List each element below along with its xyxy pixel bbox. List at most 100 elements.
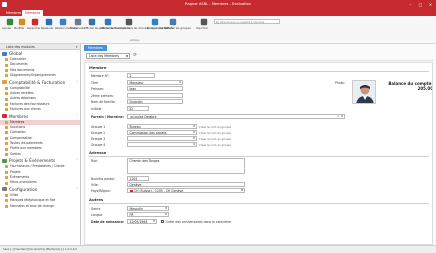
window-title: Ragnar ASBL - Membres - Evaluation (185, 2, 251, 6)
group-2-hint: Créer le nom du groupe (199, 131, 231, 135)
undo-icon (45, 18, 53, 26)
sidebar-item-label: Cotisation (10, 130, 26, 135)
plus-icon (6, 18, 14, 26)
firstname2-field[interactable] (127, 93, 183, 98)
group-2-select[interactable]: Commission des projets ▼ (127, 130, 197, 135)
sidebar-section-3[interactable]: Projets & Événements ⌃ (0, 157, 80, 164)
sidebar-item-label: Autres dépenses (10, 96, 36, 101)
sidebar-item[interactable]: Monnaies et taux de change (0, 204, 80, 209)
group-4-select[interactable]: ▼ (127, 142, 197, 147)
anniversary-label: Créer des anniversaires dans le calendri… (166, 220, 232, 224)
group-2-label: Groupe 2 (91, 131, 106, 135)
envoyer-des-e-mails-button[interactable]: Envoyer des E-mails (147, 17, 173, 39)
city-field[interactable]: Genève (127, 182, 245, 187)
tab-membres-document[interactable]: Membres (84, 45, 107, 51)
sidebar-item-label: Fournisseurs / Prestataires / Clients (10, 164, 65, 169)
sidebar-section-label: Projets & Événements (9, 158, 56, 164)
supprimer-button[interactable]: Supprimer (27, 17, 42, 39)
sidebar-item-label: Micro-inventaires (10, 180, 37, 185)
balance-value: 205.00 (417, 86, 433, 91)
chevron-up-icon: ⌃ (76, 186, 79, 191)
group-3-select[interactable]: ▼ (127, 136, 197, 141)
ledger-icon (2, 80, 7, 85)
module-icon (5, 181, 8, 185)
sort-icon (104, 18, 112, 26)
imprimer-button[interactable]: Imprimer (196, 17, 211, 39)
sponsor-label: Parrain / Marraine: (91, 115, 124, 119)
membres-dans-les-donnees-des-membres-button[interactable]: Membres dans les données des membres (114, 17, 168, 39)
chevron-down-icon: ▼ (193, 125, 195, 128)
firstname2-label: 2ème prénom: (91, 94, 114, 98)
print-register-select[interactable]: Sélectionner un registre à imprimer (214, 19, 280, 24)
module-sidebar: Liste des modules ✦ Global ⌃ Calendrier Doc… (0, 44, 81, 245)
afficher-les-inscriptions-button[interactable]: Afficher les inscriptions (100, 17, 130, 39)
module-icon (5, 165, 8, 169)
balance-box: Balance du compte: 205.00 (383, 81, 433, 91)
module-icon (5, 120, 8, 124)
chevron-down-icon: ▼ (341, 115, 343, 118)
chevron-down-icon: ▼ (179, 81, 181, 84)
sidebar-section-0[interactable]: Global ⌃ (0, 50, 80, 57)
chevron-down-icon: ▼ (193, 131, 195, 134)
sidebar-section-label: Membres (9, 113, 29, 119)
sidebar-section-4[interactable]: Configuration ⌃ (0, 186, 80, 193)
gender-select[interactable]: Masculin ▼ (127, 206, 169, 211)
chevron-down-icon: ▼ (165, 213, 167, 216)
chevron-up-icon: ⌃ (76, 79, 79, 84)
module-icon (5, 97, 8, 101)
sidebar-section-label: Comptabilité & Facturation (9, 79, 66, 85)
globe-icon (2, 51, 7, 56)
group-2-value: Commission des projets (129, 131, 167, 135)
firstname-field[interactable]: Jean (127, 86, 183, 91)
clear-icon[interactable]: ✕ (337, 115, 339, 118)
list-toolbar: Liste des Membres ▼ ⟳ (84, 52, 434, 61)
sponsor-avatar (129, 115, 133, 118)
skull-icon (125, 18, 133, 26)
firstname-label: Prénom: (91, 87, 104, 91)
afficher-les-groupes-button[interactable]: Afficher les groupes (165, 17, 191, 39)
member-no-field[interactable]: 2 (127, 73, 155, 78)
relation-familiale-button[interactable]: Relation familiale (55, 17, 77, 39)
section-address-title: Adresse (89, 150, 107, 155)
initials-field[interactable]: JD (127, 106, 149, 111)
module-icon (5, 63, 8, 67)
config-icon (2, 187, 7, 192)
module-icon (5, 68, 8, 72)
module-icon (5, 86, 8, 90)
document-icon (74, 18, 82, 26)
events-icon (2, 158, 7, 163)
lastname-field[interactable]: Dujardin (127, 99, 183, 104)
group-1-select[interactable]: Bureau ▼ (127, 124, 197, 129)
group-3-hint: Créer le nom du groupe (199, 137, 231, 141)
chevron-down-icon: ▼ (241, 189, 243, 192)
module-icon (5, 131, 8, 135)
sidebar-section-1[interactable]: Comptabilité & Facturation ⌃ (0, 79, 80, 86)
title-select[interactable]: Monsieur ▼ (127, 80, 183, 85)
section-divider (89, 71, 429, 72)
country-select[interactable]: CH (Suisse) - 1205 - CH Genève ▼ (127, 188, 245, 193)
status-text: Sans [-] [Veuillez] [Documents] [Membres… (3, 247, 77, 251)
members-icon (2, 114, 7, 119)
postal-field[interactable]: 1205 (127, 176, 149, 181)
language-label: Langue (91, 213, 103, 217)
group-4-label: Groupe 4 (91, 143, 106, 147)
sidebar-section-2[interactable]: Membres ⌃ (0, 113, 80, 120)
sponsor-field[interactable]: Louise Delabre ✕ ▼ (127, 114, 345, 119)
member-photo[interactable] (352, 80, 376, 104)
afficher-les-paiements-button[interactable]: Afficher les paiements (84, 17, 113, 39)
imprimer-label: Imprimer (196, 27, 208, 30)
language-select[interactable]: FR ▼ (127, 212, 169, 217)
minimize-icon[interactable]: – (408, 2, 413, 7)
close-icon[interactable]: ✕ (428, 2, 433, 7)
anniversary-checkbox[interactable] (161, 220, 164, 223)
groups-icon (169, 18, 177, 26)
dob-field[interactable]: 12/05/1964 ▼ (127, 219, 157, 224)
module-icon (5, 153, 8, 157)
module-icon (5, 142, 8, 146)
maximize-icon[interactable]: □ (418, 2, 423, 7)
refresh-icon[interactable]: ⟳ (133, 53, 137, 59)
list-select[interactable]: Liste des Membres ▼ (86, 53, 130, 59)
documents-button[interactable]: Documents (70, 17, 85, 39)
restaurer-button[interactable]: Restaurer (41, 17, 56, 39)
street-field[interactable]: Chemin des Tanges (127, 158, 245, 174)
